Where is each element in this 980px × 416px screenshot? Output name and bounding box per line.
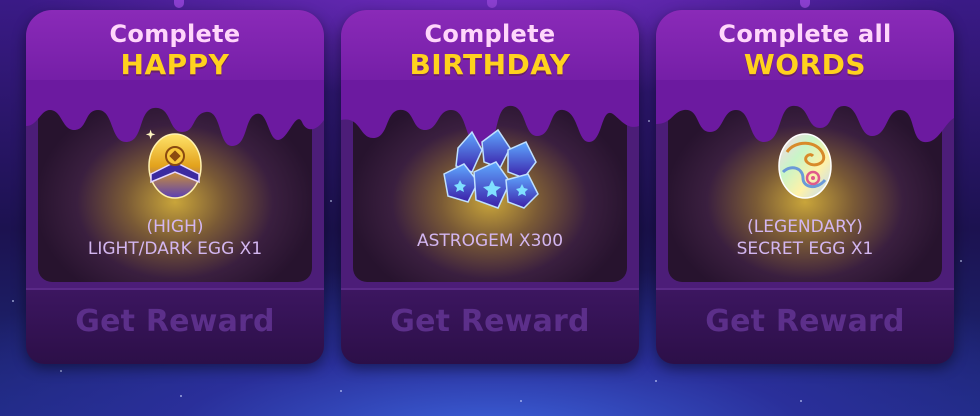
reward-tier: (HIGH) <box>146 217 204 237</box>
hanger-hook <box>800 0 810 8</box>
hanger-hook <box>174 0 184 8</box>
reward-description: (HIGH) LIGHT/DARK EGG X1 <box>26 216 324 260</box>
card-title-highlight: WORDS <box>743 48 867 81</box>
reward-description: ASTROGEM X300 <box>341 230 639 252</box>
card-title-prefix: Complete all <box>718 20 892 48</box>
button-area: Get Reward <box>341 288 639 364</box>
reward-item: ASTROGEM X300 <box>416 231 564 251</box>
card-title-highlight: BIRTHDAY <box>409 48 571 81</box>
reward-card-birthday: Complete BIRTHDAY ASTROGEM X300 Get Rewa… <box>341 10 639 364</box>
hanger-hook <box>487 0 497 8</box>
get-reward-button[interactable]: Get Reward <box>26 304 324 339</box>
reward-description: (LEGENDARY) SECRET EGG X1 <box>656 216 954 260</box>
secret-egg-icon <box>778 133 832 199</box>
button-area: Get Reward <box>656 288 954 364</box>
card-title-prefix: Complete <box>424 20 556 48</box>
card-title-highlight: HAPPY <box>120 48 230 81</box>
get-reward-button[interactable]: Get Reward <box>656 304 954 339</box>
light-dark-egg-icon <box>145 129 202 199</box>
astrogem-icon <box>443 128 539 209</box>
reward-card-words: Complete all WORDS (LEGENDARY) SECRET EG… <box>656 10 954 364</box>
card-title-prefix: Complete <box>109 20 241 48</box>
reward-tier: (LEGENDARY) <box>747 217 863 237</box>
reward-card-happy: Complete HAPPY (HIGH) LIGHT/DARK EGG X1 … <box>26 10 324 364</box>
button-area: Get Reward <box>26 288 324 364</box>
reward-item: SECRET EGG X1 <box>736 239 874 259</box>
reward-item: LIGHT/DARK EGG X1 <box>87 239 263 259</box>
get-reward-button[interactable]: Get Reward <box>341 304 639 339</box>
